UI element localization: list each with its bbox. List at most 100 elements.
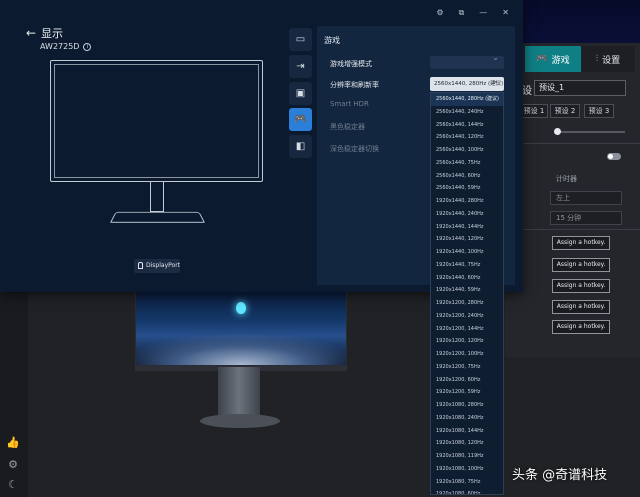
dropdown-option[interactable]: 2560x1440, 60Hz bbox=[431, 170, 503, 183]
dropdown-option[interactable]: 2560x1440, 120Hz bbox=[431, 131, 503, 144]
hotkey-button[interactable]: Assign a hotkey. bbox=[552, 300, 610, 314]
toggle-switch[interactable] bbox=[607, 153, 621, 160]
dropdown-option[interactable]: 1920x1440, 59Hz bbox=[431, 284, 503, 297]
preset-2-button[interactable]: 预设 2 bbox=[550, 104, 580, 118]
preset-name-input[interactable]: 预设_1 bbox=[534, 80, 626, 96]
dropdown-option[interactable]: 1920x1440, 144Hz bbox=[431, 221, 503, 234]
hotkey-button[interactable]: Assign a hotkey. bbox=[552, 279, 610, 293]
monitor-photo-stand bbox=[218, 367, 260, 415]
dropdown-option[interactable]: 1920x1440, 75Hz bbox=[431, 259, 503, 272]
dropdown-option[interactable]: 2560x1440, 59Hz bbox=[431, 182, 503, 195]
dropdown-option[interactable]: 1920x1200, 144Hz bbox=[431, 323, 503, 336]
tab-game-label: 游戏 bbox=[551, 55, 570, 66]
dropdown-option[interactable]: 1920x1440, 120Hz bbox=[431, 233, 503, 246]
hotkey-button[interactable]: Assign a hotkey. bbox=[552, 320, 610, 334]
thumbs-up-icon[interactable]: 👍 bbox=[6, 436, 20, 450]
settings-icon[interactable]: ⚙ bbox=[436, 8, 443, 18]
category-input[interactable]: ⇥ bbox=[289, 55, 312, 78]
page-title: 显示 bbox=[41, 27, 63, 40]
divider bbox=[505, 143, 640, 144]
category-layout[interactable]: ◧ bbox=[289, 135, 312, 158]
info-icon[interactable]: i bbox=[83, 42, 92, 51]
dropdown-option[interactable]: 1920x1440, 280Hz bbox=[431, 195, 503, 208]
dropdown-option[interactable]: 1920x1200, 280Hz bbox=[431, 297, 503, 310]
monitor-illustration-base bbox=[109, 211, 206, 223]
input-port-badge: DisplayPort bbox=[134, 259, 180, 273]
duration-select[interactable]: 15 分钟 bbox=[550, 211, 622, 225]
preset-1-button[interactable]: 预设 1 bbox=[520, 104, 548, 118]
game-enhance-mode-label: 游戏增强模式 bbox=[330, 60, 372, 68]
gear-icon[interactable]: ⚙ bbox=[6, 458, 20, 472]
dropdown-option[interactable]: 2560x1440, 100Hz bbox=[431, 144, 503, 157]
monitor-illustration-neck bbox=[150, 182, 164, 212]
model-name: AW2725D bbox=[40, 42, 80, 51]
dropdown-option[interactable]: 2560x1440, 280Hz (建议) bbox=[431, 93, 503, 106]
window-controls: ⚙ ⧉ — ✕ bbox=[436, 8, 509, 18]
resolution-dropdown-list[interactable]: 2560x1440, 280Hz (建议) 2560x1440, 240Hz 256… bbox=[430, 92, 504, 495]
tab-settings-label: 设置 bbox=[602, 55, 621, 66]
model-row: AW2725D i bbox=[40, 42, 92, 51]
dropdown-option[interactable]: 1920x1200, 100Hz bbox=[431, 348, 503, 361]
dropdown-option[interactable]: 1920x1200, 59Hz bbox=[431, 386, 503, 399]
dropdown-option[interactable]: 1920x1200, 240Hz bbox=[431, 310, 503, 323]
dropdown-option[interactable]: 1920x1200, 75Hz bbox=[431, 361, 503, 374]
preset-label: 设 bbox=[522, 86, 532, 97]
screen-hills bbox=[136, 335, 346, 365]
dropdown-option[interactable]: 2560x1440, 75Hz bbox=[431, 157, 503, 170]
slider-handle[interactable] bbox=[554, 128, 561, 135]
divider bbox=[505, 229, 640, 230]
sliders-icon: ⫶ bbox=[595, 54, 599, 64]
alien-logo-icon bbox=[236, 302, 246, 314]
moon-icon[interactable]: ☾ bbox=[6, 478, 20, 492]
dropdown-option[interactable]: 1920x1080, 144Hz bbox=[431, 425, 503, 438]
chevron-up-icon: ⌃ bbox=[493, 80, 499, 88]
dark-stabilizer-toggle-label: 深色稳定器切换 bbox=[330, 145, 379, 153]
watermark: 头条 @奇谱科技 bbox=[512, 468, 608, 483]
category-game[interactable]: 🎮 bbox=[289, 108, 312, 131]
dropdown-option[interactable]: 2560x1440, 240Hz bbox=[431, 106, 503, 119]
resolution-refresh-label: 分辨率和刷新率 bbox=[330, 81, 379, 89]
gamepad-icon: 🎮 bbox=[294, 114, 307, 125]
dropdown-option[interactable]: 1920x1080, 240Hz bbox=[431, 412, 503, 425]
black-stabilizer-label: 黑色稳定器 bbox=[330, 123, 365, 131]
smart-hdr-label: Smart HDR bbox=[330, 100, 369, 108]
restore-icon[interactable]: ⧉ bbox=[459, 8, 465, 18]
monitor-photo-screen bbox=[135, 291, 347, 366]
position-select[interactable]: 左上 bbox=[550, 191, 622, 205]
dropdown-option[interactable]: 1920x1080, 120Hz bbox=[431, 437, 503, 450]
layout-icon: ◧ bbox=[295, 141, 306, 152]
resolution-refresh-select[interactable]: 2560x1440, 280Hz (建议) ⌃ bbox=[430, 77, 504, 91]
tab-game[interactable]: 🎮 游戏 bbox=[525, 46, 581, 72]
monitor-photo-base bbox=[200, 414, 280, 428]
dropdown-option[interactable]: 2560x1440, 144Hz bbox=[431, 119, 503, 132]
monitor-icon: ▭ bbox=[295, 34, 306, 45]
hotkey-button[interactable]: Assign a hotkey. bbox=[552, 236, 610, 250]
category-picture[interactable]: ▣ bbox=[289, 82, 312, 105]
hotkey-button[interactable]: Assign a hotkey. bbox=[552, 258, 610, 272]
back-arrow-icon[interactable]: ← bbox=[26, 26, 36, 40]
dropdown-option[interactable]: 1920x1080, 280Hz bbox=[431, 399, 503, 412]
dropdown-option[interactable]: 1920x1440, 100Hz bbox=[431, 246, 503, 259]
minimize-icon[interactable]: — bbox=[479, 8, 487, 18]
preset-3-button[interactable]: 预设 3 bbox=[584, 104, 614, 118]
dropdown-option[interactable]: 1920x1080, 100Hz bbox=[431, 463, 503, 476]
tab-settings[interactable]: ⫶ 设置 bbox=[581, 46, 635, 72]
dropdown-option[interactable]: 1920x1440, 240Hz bbox=[431, 208, 503, 221]
dropdown-option[interactable]: 1920x1440, 60Hz bbox=[431, 272, 503, 285]
dropdown-option[interactable]: 1920x1080, 60Hz bbox=[431, 488, 503, 494]
dropdown-option[interactable]: 1920x1080, 119Hz bbox=[431, 450, 503, 463]
dropdown-option[interactable]: 1920x1200, 120Hz bbox=[431, 335, 503, 348]
panel-title: 游戏 bbox=[324, 36, 340, 45]
displayport-icon bbox=[138, 262, 143, 269]
input-port-label: DisplayPort bbox=[146, 262, 181, 269]
slider-track[interactable] bbox=[555, 131, 625, 133]
gamepad-icon: 🎮 bbox=[536, 54, 548, 64]
game-enhance-mode-select[interactable] bbox=[430, 53, 504, 69]
category-monitor[interactable]: ▭ bbox=[289, 28, 312, 51]
timer-radio-label[interactable]: 计时器 bbox=[556, 174, 577, 184]
dropdown-option[interactable]: 1920x1080, 75Hz bbox=[431, 476, 503, 489]
close-icon[interactable]: ✕ bbox=[502, 8, 509, 18]
dropdown-option[interactable]: 1920x1200, 60Hz bbox=[431, 374, 503, 387]
monitor-illustration-screen bbox=[54, 64, 259, 178]
picture-icon: ▣ bbox=[295, 88, 306, 99]
